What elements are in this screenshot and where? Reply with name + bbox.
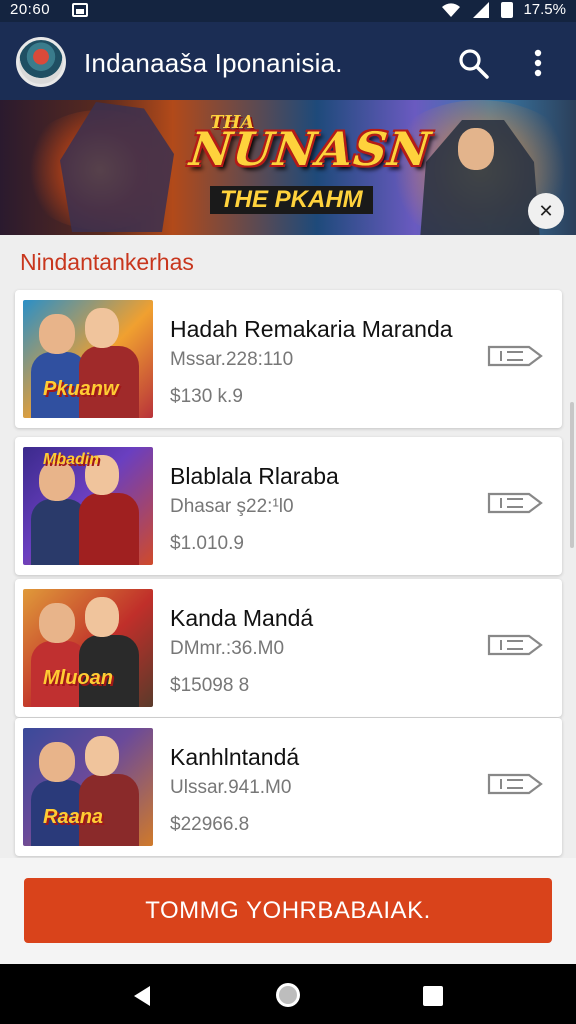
item-thumbnail: Raana: [23, 728, 153, 846]
item-thumbnail: Mluoan: [23, 589, 153, 707]
scrollbar[interactable]: [570, 402, 574, 548]
image-notification-icon: [72, 3, 88, 17]
item-name: Blablala Rlaraba: [170, 463, 339, 489]
ticket-icon[interactable]: [487, 634, 543, 656]
thumbnail-face: [39, 742, 75, 782]
back-icon[interactable]: [130, 984, 154, 1008]
thumbnail-face: [85, 597, 119, 637]
status-bar: 20:60 17.5%: [0, 0, 576, 22]
signal-icon: [473, 1, 490, 18]
item-name: Kanhlntandá: [170, 744, 300, 770]
thumbnail-logo: Pkuanw: [43, 378, 119, 400]
thumbnail-face: [85, 308, 119, 348]
clock: 20:60: [10, 1, 51, 18]
ticket-icon[interactable]: [487, 773, 543, 795]
banner-title: NUNASN: [187, 122, 435, 176]
item-price: $130 k.9: [170, 386, 243, 407]
item-thumbnail: Mbadin: [23, 447, 153, 565]
banner-subtitle: THE PKAHM: [210, 186, 373, 214]
banner-action-icon[interactable]: ✕: [528, 193, 564, 229]
recents-icon[interactable]: [422, 985, 444, 1007]
section-title: Nindantankerhas: [20, 249, 194, 275]
item-name: Kanda Mandá: [170, 605, 314, 631]
more-vert-icon[interactable]: [526, 46, 550, 80]
thumbnail-logo: Mbadin: [43, 451, 99, 468]
item-subtitle: DMmr.:36.M0: [170, 638, 285, 659]
list-item[interactable]: Pkuanw Hadah Remakaria Maranda Mssar.228…: [15, 290, 562, 428]
primary-action-button[interactable]: TOMMG YOHRBABAIAK.: [24, 878, 552, 943]
system-nav-bar: [0, 964, 576, 1024]
search-icon[interactable]: [456, 46, 490, 80]
item-price: $1.010.9: [170, 533, 244, 554]
item-name: Hadah Remakaria Maranda: [170, 316, 453, 342]
thumbnail-face: [39, 314, 75, 354]
list-item[interactable]: Raana Kanhlntandá Ulssar.941.M0 $22966.8: [15, 718, 562, 856]
battery-icon: [501, 1, 514, 18]
ticket-icon[interactable]: [487, 492, 543, 514]
thumbnail-face: [85, 736, 119, 776]
promo-banner[interactable]: THA NUNASN THE PKAHM ✕: [0, 100, 576, 235]
thumbnail-logo: Mluoan: [43, 667, 113, 689]
home-icon[interactable]: [274, 981, 302, 1009]
item-subtitle: Ulssar.941.M0: [170, 777, 292, 798]
wifi-icon: [442, 2, 461, 17]
item-subtitle: Dhasar ş22:¹l0: [170, 496, 294, 517]
battery-level: 17.5%: [523, 1, 566, 18]
list-item[interactable]: Mluoan Kanda Mandá DMmr.:36.M0 $15098 8: [15, 579, 562, 717]
page-title: Indanaaša Iponanisia.: [84, 48, 343, 78]
ticket-icon[interactable]: [487, 345, 543, 367]
thumbnail-figure: [79, 493, 139, 565]
app-bar: Indanaaša Iponanisia.: [0, 22, 576, 100]
thumbnail-face: [39, 603, 75, 643]
item-subtitle: Mssar.228:110: [170, 349, 294, 370]
thumbnail-logo: Raana: [43, 806, 104, 828]
item-price: $15098 8: [170, 675, 250, 696]
banner-character-face: [458, 128, 494, 170]
avatar[interactable]: [16, 37, 66, 87]
list-item[interactable]: Mbadin Blablala Rlaraba Dhasar ş22:¹l0 $…: [15, 437, 562, 575]
item-price: $22966.8: [170, 814, 250, 835]
item-thumbnail: Pkuanw: [23, 300, 153, 418]
